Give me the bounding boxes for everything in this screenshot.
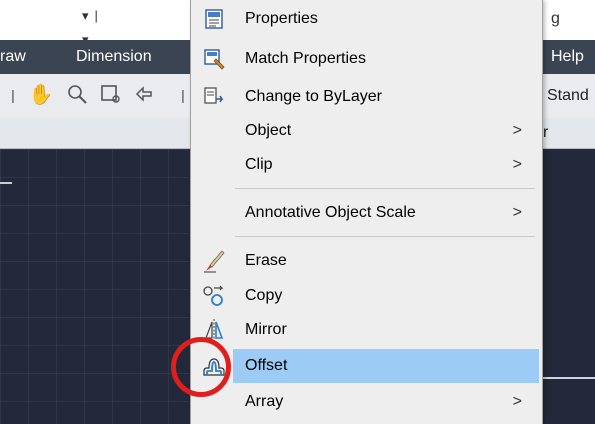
toolbar: | ✋ | bbox=[0, 74, 195, 119]
menu-item-label: Erase bbox=[245, 252, 287, 269]
chevron-right-icon: > bbox=[512, 393, 522, 410]
pan-icon[interactable]: ✋ bbox=[28, 82, 54, 108]
title-bar-right: g bbox=[541, 0, 595, 40]
menu-item-properties[interactable]: Properties bbox=[191, 2, 542, 36]
menu-item-label: Object bbox=[245, 122, 292, 139]
menu-item-label: Properties bbox=[245, 10, 318, 27]
standard-toolbar-label[interactable]: Stand bbox=[541, 74, 595, 119]
menu-separator bbox=[235, 188, 535, 189]
menu-help-label: Help bbox=[551, 48, 584, 65]
menu-item-label: Copy bbox=[245, 287, 283, 304]
drawing-canvas-right[interactable] bbox=[541, 149, 595, 424]
menu-help[interactable]: Help bbox=[541, 40, 595, 74]
menu-item-array[interactable]: Array > bbox=[191, 385, 542, 419]
menu-item-annotative-object-scale[interactable]: Annotative Object Scale > bbox=[191, 196, 542, 230]
canvas-line bbox=[0, 182, 12, 184]
menu-dimension[interactable]: Dimension bbox=[76, 40, 152, 74]
chevron-right-icon: > bbox=[512, 122, 522, 139]
menu-item-label: Annotative Object Scale bbox=[245, 204, 416, 221]
canvas-line bbox=[541, 377, 595, 379]
strip-fragment: r bbox=[543, 124, 549, 141]
menu-item-label: Change to ByLayer bbox=[245, 88, 382, 105]
toolbar-strip bbox=[0, 118, 195, 149]
properties-icon bbox=[202, 7, 226, 31]
zoom-realtime-icon[interactable] bbox=[64, 82, 90, 108]
chevron-right-icon: > bbox=[512, 204, 522, 221]
quick-access-dropdown[interactable]: ▾|▾ bbox=[82, 4, 112, 47]
menu-item-copy[interactable]: Copy bbox=[191, 279, 542, 313]
menu-item-change-to-bylayer[interactable]: Change to ByLayer bbox=[191, 80, 542, 114]
toolbar-fragment: Stand bbox=[547, 87, 589, 104]
menu-bar: raw Dimension bbox=[0, 40, 195, 74]
menu-item-label: Clip bbox=[245, 156, 273, 173]
toolbar-separator: | bbox=[11, 87, 15, 103]
title-fragment: g bbox=[551, 10, 560, 27]
chevron-right-icon: > bbox=[512, 156, 522, 173]
copy-icon bbox=[202, 284, 226, 308]
menu-item-label: Match Properties bbox=[245, 50, 366, 67]
menu-item-offset[interactable]: Offset bbox=[233, 349, 539, 383]
menu-draw[interactable]: raw bbox=[0, 40, 26, 74]
drawing-canvas[interactable] bbox=[0, 149, 195, 424]
zoom-window-icon[interactable] bbox=[98, 82, 124, 108]
menu-item-erase[interactable]: Erase bbox=[191, 244, 542, 278]
match-properties-icon bbox=[202, 47, 226, 71]
menu-item-label: Offset bbox=[245, 357, 288, 374]
context-menu: Properties Match Properties Change to By… bbox=[190, 0, 543, 424]
highlight-circle-annotation bbox=[171, 337, 231, 397]
zoom-previous-icon[interactable] bbox=[132, 82, 158, 108]
change-bylayer-icon bbox=[202, 85, 226, 109]
menu-item-object[interactable]: Object > bbox=[191, 114, 542, 148]
menu-item-label: Mirror bbox=[245, 321, 287, 338]
menu-separator bbox=[235, 236, 535, 237]
menu-item-clip[interactable]: Clip > bbox=[191, 148, 542, 182]
erase-icon bbox=[202, 249, 226, 273]
menu-item-match-properties[interactable]: Match Properties bbox=[191, 42, 542, 76]
menu-item-label: Array bbox=[245, 393, 284, 410]
toolbar-strip-right: r bbox=[541, 118, 595, 149]
menu-item-mirror[interactable]: Mirror bbox=[191, 313, 542, 347]
